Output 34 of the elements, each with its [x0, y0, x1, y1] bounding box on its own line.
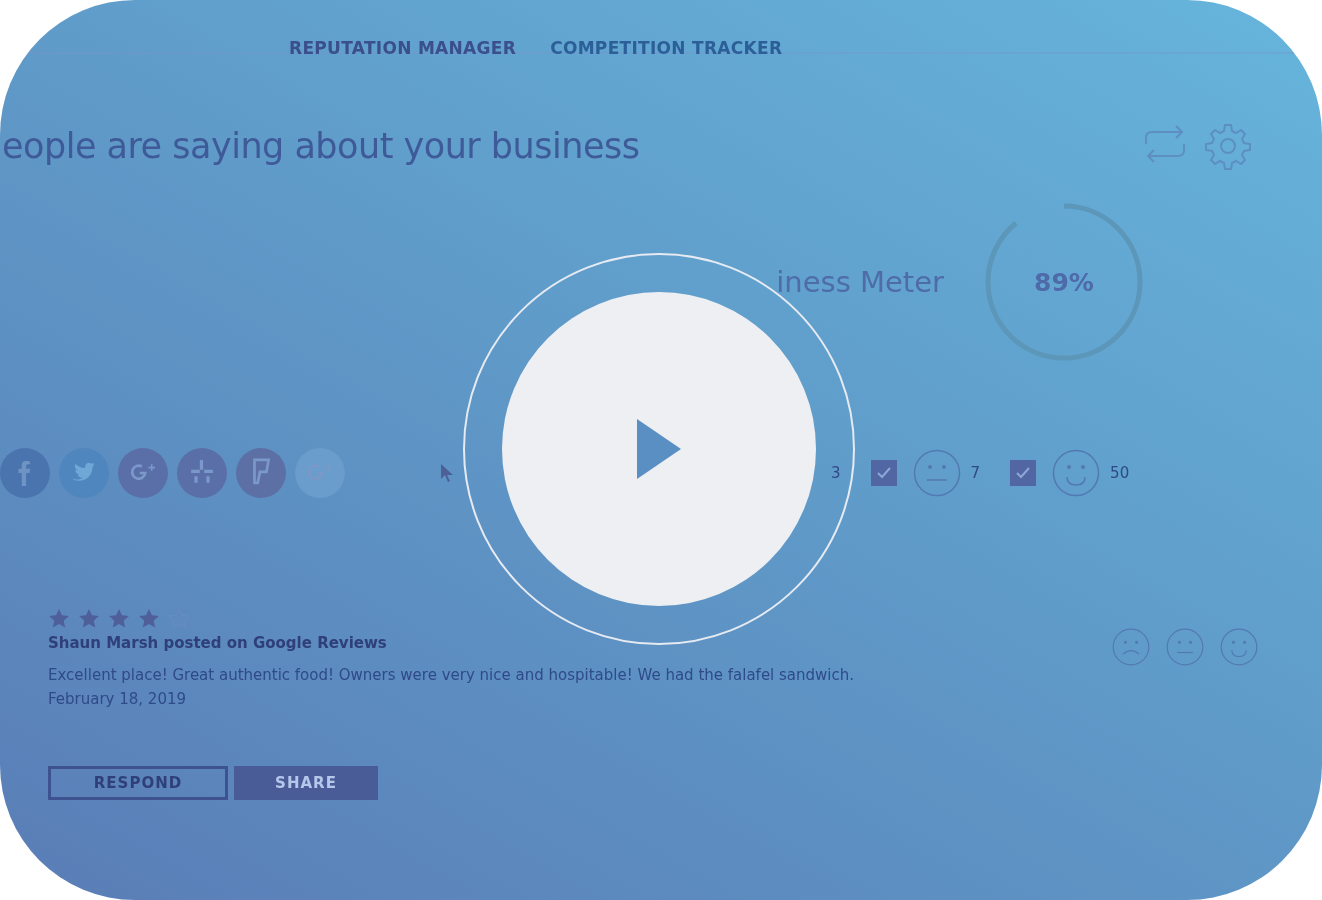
filter-count: 50 — [1110, 464, 1130, 482]
star-icon — [108, 608, 130, 630]
social-network-icon[interactable] — [118, 448, 168, 498]
nav-tab[interactable]: COMPETITION TRACKER — [550, 38, 783, 52]
filter-checkbox[interactable] — [870, 460, 897, 486]
settings-icon[interactable] — [1204, 122, 1252, 170]
social-network-icon[interactable] — [177, 448, 227, 498]
mouse-pointer-icon — [441, 464, 453, 482]
filter-count: 7 — [970, 464, 981, 482]
play-icon — [635, 417, 683, 481]
respond-button[interactable]: RESPOND — [48, 766, 228, 800]
face-icon — [1052, 449, 1101, 497]
checkmark-icon — [876, 467, 891, 479]
filter-checkbox[interactable] — [1010, 460, 1037, 486]
mood-face-icon — [1166, 628, 1204, 666]
social-network-icon[interactable] — [295, 448, 345, 498]
star-icon — [48, 608, 70, 630]
review-text: Excellent place! Great authentic food! Owners were very nice and hospitable! We had the falafel sandwich. — [48, 666, 855, 684]
mood-face-icon — [1112, 628, 1150, 666]
nav-tab[interactable]: REPUTATION MANAGER — [289, 38, 517, 52]
checkmark-icon — [1016, 467, 1031, 479]
share-button[interactable]: SHARE — [234, 766, 378, 800]
filter-count: 3 — [831, 464, 841, 482]
meter-value: 89% — [1033, 266, 1095, 299]
social-network-icon[interactable] — [236, 448, 286, 498]
face-icon — [912, 449, 961, 497]
star-icon — [138, 608, 160, 630]
page-title: eople are saying about your business — [2, 126, 640, 166]
review-date: February 18, 2019 — [48, 690, 188, 708]
star-icon — [78, 608, 100, 630]
social-network-icon[interactable] — [59, 448, 109, 498]
mood-face-icon — [1220, 628, 1258, 666]
review-author: Shaun Marsh posted on Google Reviews — [48, 634, 388, 652]
social-network-icon[interactable] — [0, 448, 50, 498]
